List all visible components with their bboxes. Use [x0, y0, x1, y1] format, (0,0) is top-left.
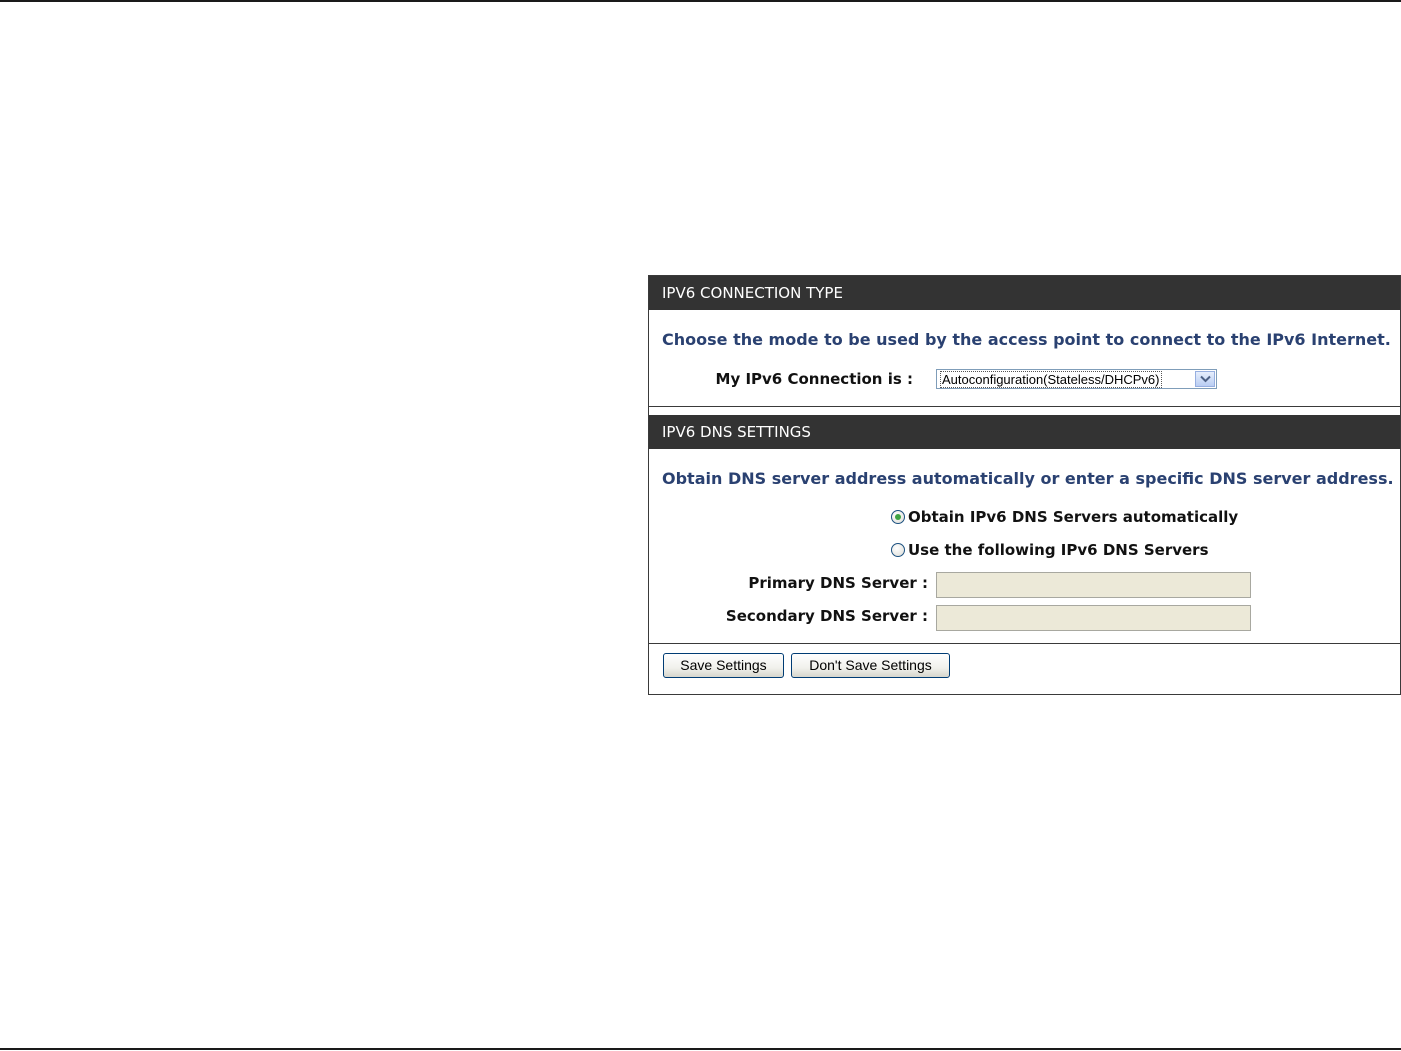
bottom-rule: [0, 1048, 1401, 1050]
save-settings-button[interactable]: Save Settings: [663, 653, 784, 678]
primary-dns-label: Primary DNS Server :: [748, 574, 928, 592]
radio-label-manual-dns: Use the following IPv6 DNS Servers: [908, 541, 1209, 559]
dns-intro-text: Obtain DNS server address automatically …: [662, 469, 1394, 488]
connection-type-value: Autoconfiguration(Stateless/DHCPv6): [940, 371, 1162, 388]
connection-type-header: IPV6 CONNECTION TYPE: [649, 276, 1400, 310]
connection-type-select[interactable]: Autoconfiguration(Stateless/DHCPv6): [936, 369, 1217, 389]
radio-button-unchecked[interactable]: [891, 543, 905, 557]
dns-settings-header: IPV6 DNS SETTINGS: [649, 415, 1400, 449]
section-divider: [649, 406, 1400, 407]
radio-option-auto-dns[interactable]: Obtain IPv6 DNS Servers automatically: [891, 506, 1238, 528]
radio-label-auto-dns: Obtain IPv6 DNS Servers automatically: [908, 508, 1239, 526]
secondary-dns-label: Secondary DNS Server :: [725, 607, 928, 625]
connection-intro-text: Choose the mode to be used by the access…: [662, 330, 1391, 349]
radio-option-manual-dns[interactable]: Use the following IPv6 DNS Servers: [891, 539, 1209, 561]
primary-dns-input[interactable]: [936, 572, 1251, 598]
dont-save-settings-button[interactable]: Don't Save Settings: [791, 653, 950, 678]
chevron-down-icon[interactable]: [1195, 371, 1215, 387]
radio-button-checked[interactable]: [891, 510, 905, 524]
secondary-dns-input[interactable]: [936, 605, 1251, 631]
ipv6-settings-panel: IPV6 CONNECTION TYPE Choose the mode to …: [648, 275, 1401, 695]
actions-divider: [649, 643, 1400, 644]
connection-label: My IPv6 Connection is :: [715, 370, 913, 388]
top-rule: [0, 0, 1401, 2]
